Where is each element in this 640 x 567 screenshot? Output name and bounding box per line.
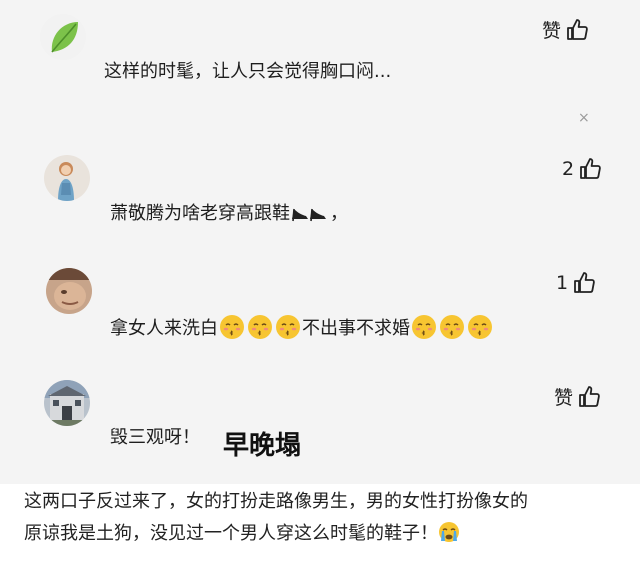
thumbs-up-icon — [565, 18, 589, 42]
sticker-text: 早晚塌 — [223, 431, 302, 461]
comment-body-middle: 不出事不求婚 — [302, 318, 410, 339]
article-line-2-text: 原谅我是土狗，没见过一个男人穿这么时髦的鞋子！ — [24, 523, 438, 544]
like-button[interactable]: 赞 — [554, 383, 601, 410]
kissing-face-emoji — [411, 314, 437, 340]
like-button[interactable]: 1 — [556, 271, 596, 295]
kissing-face-emoji — [275, 314, 301, 340]
kissing-face-emoji — [439, 314, 465, 340]
article-line-2: 原谅我是土狗，没见过一个男人穿这么时髦的鞋子！ — [24, 518, 624, 550]
comment-text: 这样的时髦，让人只会觉得胸口闷... — [104, 61, 392, 82]
avatar[interactable] — [46, 268, 92, 314]
kissing-face-emoji — [247, 314, 273, 340]
like-count: 1 — [556, 272, 569, 294]
comment-text: 毁三观呀！ — [110, 427, 200, 448]
leaf-avatar-icon — [40, 14, 86, 60]
comment-body: 萧敬腾为啥老穿高跟鞋 — [110, 203, 290, 224]
avatar[interactable] — [44, 155, 90, 201]
avatar[interactable] — [40, 14, 86, 60]
thumbs-up-icon — [572, 271, 596, 295]
comment-text: 拿女人来洗白 不出事不求婚 — [110, 314, 494, 341]
like-label: 赞 — [554, 387, 574, 409]
like-button[interactable]: 赞 — [542, 16, 589, 43]
face-avatar-icon — [46, 268, 92, 314]
comments-panel: 这样的时髦，让人只会觉得胸口闷... 赞 × 萧敬腾为啥老穿高跟鞋 ， 2 拿女人… — [0, 0, 640, 484]
crying-face-emoji — [438, 521, 460, 543]
close-icon[interactable]: × — [578, 110, 590, 126]
like-count: 2 — [562, 158, 575, 180]
comment-body-start: 拿女人来洗白 — [110, 318, 218, 339]
like-button[interactable]: 2 — [562, 157, 602, 181]
thumbs-up-icon — [578, 157, 602, 181]
comment-suffix: ， — [330, 203, 348, 224]
building-avatar-icon — [44, 380, 90, 426]
article-line-1: 这两口子反过来了，女的打扮走路像男生，男的女性打扮像女的 — [24, 491, 528, 512]
comment-text: 萧敬腾为啥老穿高跟鞋 ， — [110, 201, 348, 226]
avatar[interactable] — [44, 380, 90, 426]
thumbs-up-icon — [577, 385, 601, 409]
like-label: 赞 — [542, 20, 562, 42]
girl-avatar-icon — [44, 155, 90, 201]
kissing-face-emoji — [467, 314, 493, 340]
high-heels-icon — [290, 201, 330, 223]
kissing-face-emoji — [219, 314, 245, 340]
